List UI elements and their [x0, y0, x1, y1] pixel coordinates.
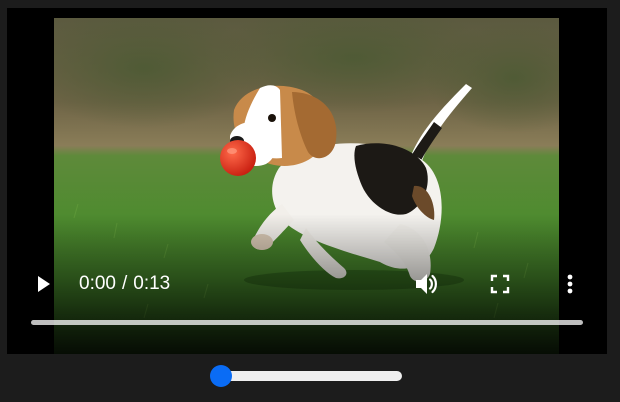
- play-button[interactable]: [31, 272, 55, 296]
- duration-time: 0:13: [133, 273, 171, 294]
- play-icon: [38, 276, 50, 292]
- control-bar: 0:00/0:13: [7, 266, 607, 302]
- slider-track[interactable]: [214, 371, 402, 381]
- video-progress-bar[interactable]: [31, 320, 583, 325]
- volume-icon: [416, 274, 437, 294]
- fullscreen-button[interactable]: [488, 272, 512, 296]
- beagle-puppy-image: [54, 18, 559, 354]
- time-display: 0:00/0:13: [79, 274, 170, 294]
- volume-button[interactable]: [413, 271, 439, 297]
- page: 0:00/0:13: [0, 0, 620, 402]
- video-player[interactable]: 0:00/0:13: [7, 8, 607, 354]
- more-vertical-icon: [567, 274, 573, 294]
- time-separator: /: [121, 273, 128, 294]
- slider-thumb[interactable]: [210, 365, 232, 387]
- video-frame[interactable]: [54, 18, 559, 354]
- range-slider[interactable]: [210, 365, 404, 387]
- fullscreen-icon: [490, 274, 510, 294]
- more-options-button[interactable]: [560, 272, 580, 296]
- current-time: 0:00: [79, 273, 116, 294]
